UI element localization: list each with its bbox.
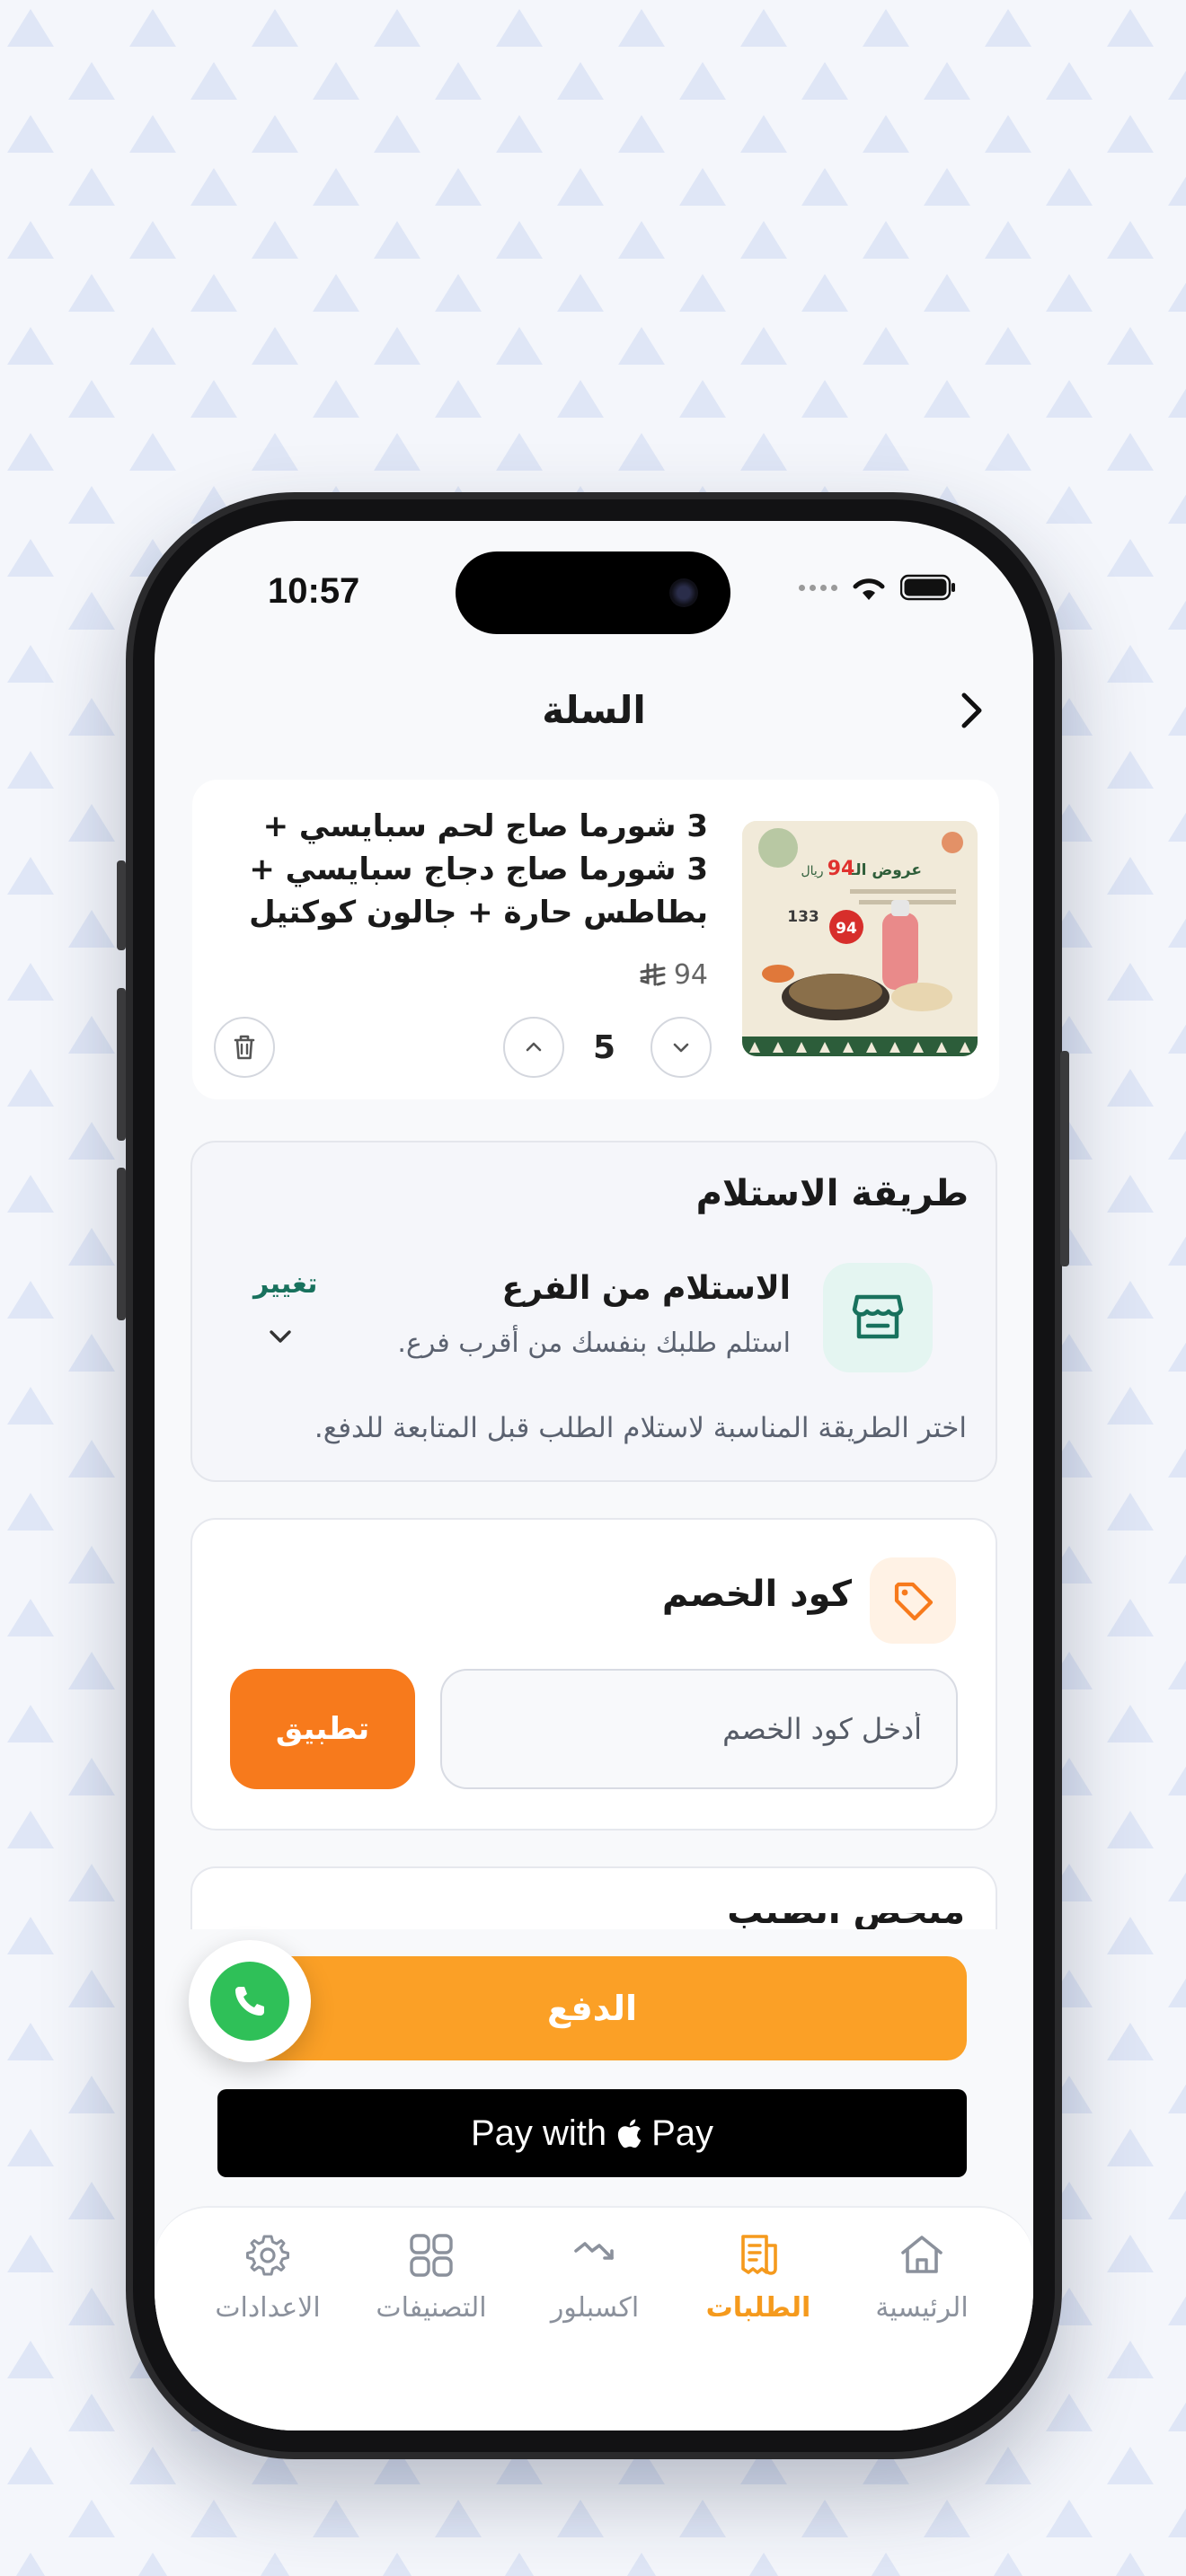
store-icon bbox=[852, 1294, 904, 1339]
status-time: 10:57 bbox=[268, 571, 360, 611]
riyal-text: ريال bbox=[801, 864, 823, 878]
pickup-hint: اختر الطريقة المناسبة لاستلام الطلب قبل … bbox=[314, 1412, 967, 1444]
discount-section-title: كود الخصم bbox=[661, 1574, 852, 1615]
tag-icon-container bbox=[870, 1557, 956, 1644]
orders-icon bbox=[741, 2235, 777, 2275]
pickup-method-card: طريقة الاستلام الاستلام من الفرع استلم ط… bbox=[190, 1141, 997, 1482]
status-icons bbox=[799, 573, 956, 602]
chevron-up-icon bbox=[526, 1042, 542, 1052]
apple-pay-prefix: Pay with bbox=[470, 2113, 607, 2153]
chevron-down-icon bbox=[673, 1043, 689, 1053]
quantity-value: 5 bbox=[593, 1029, 616, 1066]
tab-label-orders: الطلبات bbox=[705, 2292, 811, 2324]
phone-icon bbox=[235, 1987, 264, 2016]
tab-label-settings: الاعدادات bbox=[215, 2292, 321, 2324]
offer-price: 94 bbox=[828, 858, 855, 880]
product-image: عروض الـ 94 ريال 133 94 bbox=[742, 821, 978, 1056]
price-value: 94 bbox=[673, 959, 708, 991]
cart-header: السلة bbox=[155, 674, 1033, 745]
apple-logo-icon bbox=[617, 2119, 642, 2148]
tab-categories[interactable]: التصنيفات bbox=[350, 2231, 512, 2357]
tab-label-categories: التصنيفات bbox=[376, 2292, 487, 2324]
signal-icon bbox=[799, 584, 837, 591]
pickup-method-subtitle: استلم طلبك بنفسك من أقرب فرع. bbox=[397, 1328, 791, 1359]
product-price: 94 bbox=[640, 959, 708, 991]
dynamic-island bbox=[456, 551, 730, 634]
chevron-down-icon[interactable] bbox=[262, 1319, 298, 1354]
riyal-currency-icon bbox=[640, 963, 666, 985]
change-pickup-link[interactable]: تغيير bbox=[253, 1268, 317, 1300]
offer-text: عروض الـ bbox=[849, 861, 922, 879]
page-title: السلة bbox=[542, 687, 646, 732]
chevron-right-icon[interactable] bbox=[951, 690, 992, 731]
pay-button[interactable]: الدفع bbox=[217, 1956, 967, 2060]
apple-pay-suffix: Pay bbox=[651, 2113, 714, 2153]
categories-icon bbox=[410, 2234, 453, 2277]
home-icon bbox=[901, 2236, 943, 2273]
order-summary-title: ملخص الطلب bbox=[727, 1913, 965, 1931]
apply-discount-button[interactable]: تطبيق bbox=[230, 1669, 415, 1789]
battery-icon bbox=[900, 574, 955, 601]
volume-down-button bbox=[117, 1168, 126, 1320]
power-button bbox=[1060, 1051, 1069, 1266]
apple-pay-button[interactable]: Pay with Pay bbox=[217, 2089, 967, 2177]
tab-home[interactable]: الرئيسية bbox=[841, 2231, 1003, 2357]
quantity-decrease-button[interactable] bbox=[651, 1017, 712, 1078]
volume-up-button bbox=[117, 988, 126, 1141]
pickup-section-title: طريقة الاستلام bbox=[695, 1173, 969, 1214]
explore-icon bbox=[574, 2242, 614, 2260]
tab-label-explore: اكسبلور bbox=[550, 2292, 640, 2324]
action-button bbox=[117, 860, 126, 950]
tab-label-home: الرئيسية bbox=[875, 2292, 969, 2324]
pickup-method-title: الاستلام من الفرع bbox=[501, 1270, 791, 1307]
product-photo: عروض الـ 94 ريال 133 94 bbox=[742, 821, 978, 1056]
product-title: 3 شورما صاج لحم سبايسي + 3 شورما صاج دجا… bbox=[249, 808, 708, 931]
old-price: 133 bbox=[787, 908, 819, 926]
store-icon-container bbox=[823, 1263, 933, 1372]
price-badge: 94 bbox=[836, 920, 857, 938]
discount-code-card: كود الخصم تطبيق bbox=[190, 1518, 997, 1831]
bottom-tab-bar: الاعدادات التصنيفات اكسبلور الطلبات الرئ… bbox=[155, 2206, 1033, 2430]
app-screen: 10:57 السلة عروض الـ 94 ريال 133 94 3 شو… bbox=[155, 521, 1033, 2430]
tab-explore[interactable]: اكسبلور bbox=[514, 2231, 676, 2357]
settings-icon bbox=[246, 2235, 289, 2276]
tab-orders[interactable]: الطلبات bbox=[677, 2231, 839, 2357]
tab-settings[interactable]: الاعدادات bbox=[187, 2231, 349, 2357]
trash-icon bbox=[234, 1035, 255, 1060]
quantity-increase-button[interactable] bbox=[503, 1017, 564, 1078]
wifi-icon bbox=[853, 578, 885, 600]
discount-code-input[interactable] bbox=[440, 1669, 958, 1789]
cart-item-card: عروض الـ 94 ريال 133 94 3 شورما صاج لحم … bbox=[192, 780, 999, 1099]
delete-item-button[interactable] bbox=[214, 1017, 275, 1078]
tag-icon bbox=[894, 1582, 934, 1621]
whatsapp-button[interactable] bbox=[189, 1940, 311, 2062]
